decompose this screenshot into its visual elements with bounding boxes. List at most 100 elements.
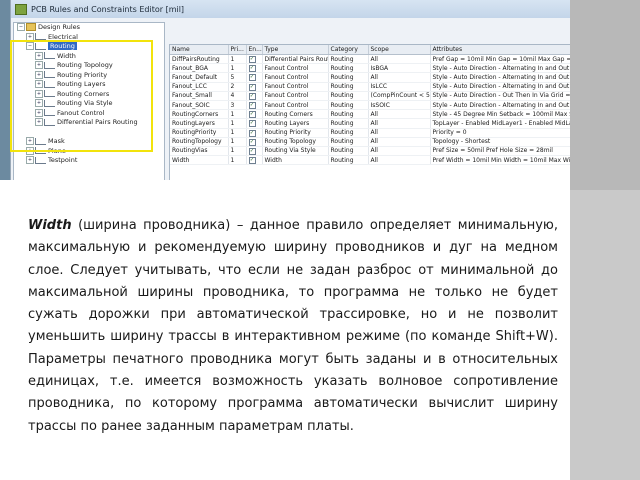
column-header[interactable]: En... bbox=[246, 45, 263, 55]
side-decoration-top bbox=[570, 0, 640, 190]
enabled-checkbox[interactable]: ✓ bbox=[248, 92, 256, 100]
tree-item[interactable]: + Plane bbox=[14, 146, 164, 157]
expander-icon[interactable]: + bbox=[35, 61, 43, 69]
rule-icon bbox=[44, 90, 55, 97]
rules-tree[interactable]: − Design Rules + Electrical − Routing + Width + R… bbox=[13, 22, 165, 180]
enabled-checkbox[interactable]: ✓ bbox=[248, 74, 256, 82]
tree-item[interactable]: − Design Rules bbox=[14, 23, 164, 33]
table-row[interactable]: Fanout_Small 4 ✓ Fanout Control Routing (Comp… bbox=[170, 91, 570, 101]
tree-item[interactable]: + Routing Priority bbox=[14, 70, 164, 81]
tree-item[interactable]: + Routing Via Style bbox=[14, 99, 164, 109]
table-cell: 1 bbox=[228, 146, 247, 157]
expander-icon[interactable]: + bbox=[26, 146, 34, 155]
table-cell: IsSOIC bbox=[368, 100, 431, 111]
editor-screenshot: PCB Rules and Constraints Editor [mil] −… bbox=[0, 0, 570, 180]
table-cell: 1 bbox=[228, 137, 247, 147]
enabled-checkbox[interactable]: ✓ bbox=[248, 83, 256, 91]
tree-item-label: Routing Layers bbox=[57, 80, 106, 88]
tree-item[interactable] bbox=[14, 128, 164, 138]
enabled-checkbox[interactable]: ✓ bbox=[248, 138, 256, 146]
expander-icon[interactable]: − bbox=[17, 23, 25, 31]
column-header[interactable]: Type bbox=[262, 45, 329, 55]
expander-icon[interactable]: + bbox=[26, 156, 34, 164]
table-row[interactable]: RoutingCorners 1 ✓ Routing Corners Routing Al… bbox=[170, 109, 570, 120]
rule-term: Width bbox=[28, 218, 72, 233]
expander-icon[interactable]: + bbox=[26, 32, 34, 41]
column-header[interactable]: Pri... bbox=[228, 45, 247, 55]
expander-icon[interactable]: + bbox=[26, 137, 34, 145]
table-row[interactable]: Fanout_LCC 2 ✓ Fanout Control Routing IsLCC St… bbox=[170, 82, 570, 92]
table-cell: Width bbox=[170, 155, 229, 166]
table-row[interactable]: RoutingTopology 1 ✓ Routing Topology Routing… bbox=[170, 137, 570, 147]
table-row[interactable]: RoutingLayers 1 ✓ Routing Layers Routing All T… bbox=[170, 118, 570, 129]
enabled-checkbox[interactable]: ✓ bbox=[248, 129, 256, 137]
enabled-checkbox[interactable]: ✓ bbox=[248, 111, 256, 118]
enabled-checkbox[interactable]: ✓ bbox=[248, 56, 256, 63]
table-cell: Style - 45 Degree Min Setback = 100mil M… bbox=[430, 109, 570, 120]
table-cell: 1 bbox=[228, 155, 247, 166]
rule-icon bbox=[44, 80, 55, 88]
expander-icon[interactable]: + bbox=[35, 118, 43, 126]
expander-icon[interactable]: − bbox=[26, 42, 34, 50]
table-cell: Fanout Control bbox=[262, 63, 329, 74]
column-header[interactable]: Name bbox=[170, 45, 229, 55]
table-cell: Fanout_SOIC bbox=[170, 100, 229, 111]
table-cell: All bbox=[368, 128, 431, 138]
tree-item[interactable]: + Routing Topology bbox=[14, 61, 164, 71]
table-row[interactable]: Fanout_BGA 1 ✓ Fanout Control Routing IsBGA St… bbox=[170, 63, 570, 74]
tree-item[interactable]: − Routing bbox=[14, 42, 164, 52]
tree-item[interactable]: + Electrical bbox=[14, 32, 164, 43]
table-cell: Fanout_LCC bbox=[170, 82, 229, 92]
table-row[interactable]: DiffPairsRouting 1 ✓ Differential Pairs Rou… bbox=[170, 54, 570, 65]
rules-editor-window: PCB Rules and Constraints Editor [mil] −… bbox=[10, 0, 570, 180]
table-cell: DiffPairsRouting bbox=[170, 54, 229, 65]
table-cell: ✓ bbox=[246, 137, 263, 147]
table-cell: All bbox=[368, 155, 431, 166]
table-cell: Differential Pairs Routing bbox=[262, 54, 329, 65]
table-row[interactable]: Width 1 ✓ Width Routing All Pref Width = 10mil… bbox=[170, 155, 570, 166]
table-cell: 4 bbox=[228, 91, 247, 101]
rule-icon bbox=[35, 42, 46, 50]
expander-icon[interactable]: + bbox=[35, 99, 43, 107]
table-row[interactable]: Fanout_Default 5 ✓ Fanout Control Routing All… bbox=[170, 72, 570, 83]
column-header[interactable]: Scope bbox=[368, 45, 431, 55]
table-row[interactable]: RoutingPriority 1 ✓ Routing Priority Routing… bbox=[170, 128, 570, 138]
expander-icon[interactable]: + bbox=[35, 80, 43, 88]
description-paragraph: Width (ширина проводника) – данное прави… bbox=[28, 215, 558, 438]
tree-item[interactable]: + Width bbox=[14, 51, 164, 62]
enabled-checkbox[interactable]: ✓ bbox=[248, 157, 256, 164]
tree-item[interactable]: + Routing Layers bbox=[14, 80, 164, 90]
tree-item[interactable]: + Mask bbox=[14, 137, 164, 147]
expander-icon[interactable]: + bbox=[35, 89, 43, 98]
tree-item[interactable]: + Differential Pairs Routing bbox=[14, 118, 164, 128]
table-row[interactable]: RoutingVias 1 ✓ Routing Via Style Routing All… bbox=[170, 146, 570, 157]
table-cell: RoutingLayers bbox=[170, 118, 229, 129]
column-header[interactable]: Category bbox=[328, 45, 369, 55]
enabled-checkbox[interactable]: ✓ bbox=[248, 102, 256, 109]
table-cell: ✓ bbox=[246, 91, 263, 101]
rules-grid: Name Pri... En... Type Category Scope Attribut… bbox=[169, 44, 570, 180]
tree-item-label: Width bbox=[57, 51, 76, 60]
table-cell: Style - Auto Direction - Alternating In … bbox=[430, 63, 570, 74]
enabled-checkbox[interactable]: ✓ bbox=[248, 120, 256, 127]
tree-item[interactable]: + Routing Corners bbox=[14, 89, 164, 100]
tree-item-label: Routing Via Style bbox=[57, 99, 113, 107]
rule-icon bbox=[44, 99, 55, 107]
table-cell: Width bbox=[262, 155, 329, 166]
expander-icon[interactable]: + bbox=[35, 70, 43, 79]
table-cell: ✓ bbox=[246, 155, 263, 166]
enabled-checkbox[interactable]: ✓ bbox=[248, 65, 256, 72]
table-cell: RoutingPriority bbox=[170, 128, 229, 138]
table-cell: Fanout Control bbox=[262, 72, 329, 83]
expander-icon[interactable]: + bbox=[35, 108, 43, 117]
rule-icon bbox=[35, 156, 46, 164]
expander-icon[interactable]: + bbox=[35, 51, 43, 60]
tree-item[interactable]: + Testpoint bbox=[14, 156, 164, 166]
enabled-checkbox[interactable]: ✓ bbox=[248, 147, 256, 155]
tree-item-label: Routing Priority bbox=[57, 70, 108, 79]
table-cell: Pref Size = 50mil Pref Hole Size = 28mil bbox=[430, 146, 570, 157]
column-header[interactable]: Attributes bbox=[430, 45, 570, 55]
tree-item[interactable]: + Fanout Control bbox=[14, 108, 164, 119]
rule-icon bbox=[44, 118, 55, 126]
table-row[interactable]: Fanout_SOIC 3 ✓ Fanout Control Routing IsSOIC… bbox=[170, 100, 570, 111]
